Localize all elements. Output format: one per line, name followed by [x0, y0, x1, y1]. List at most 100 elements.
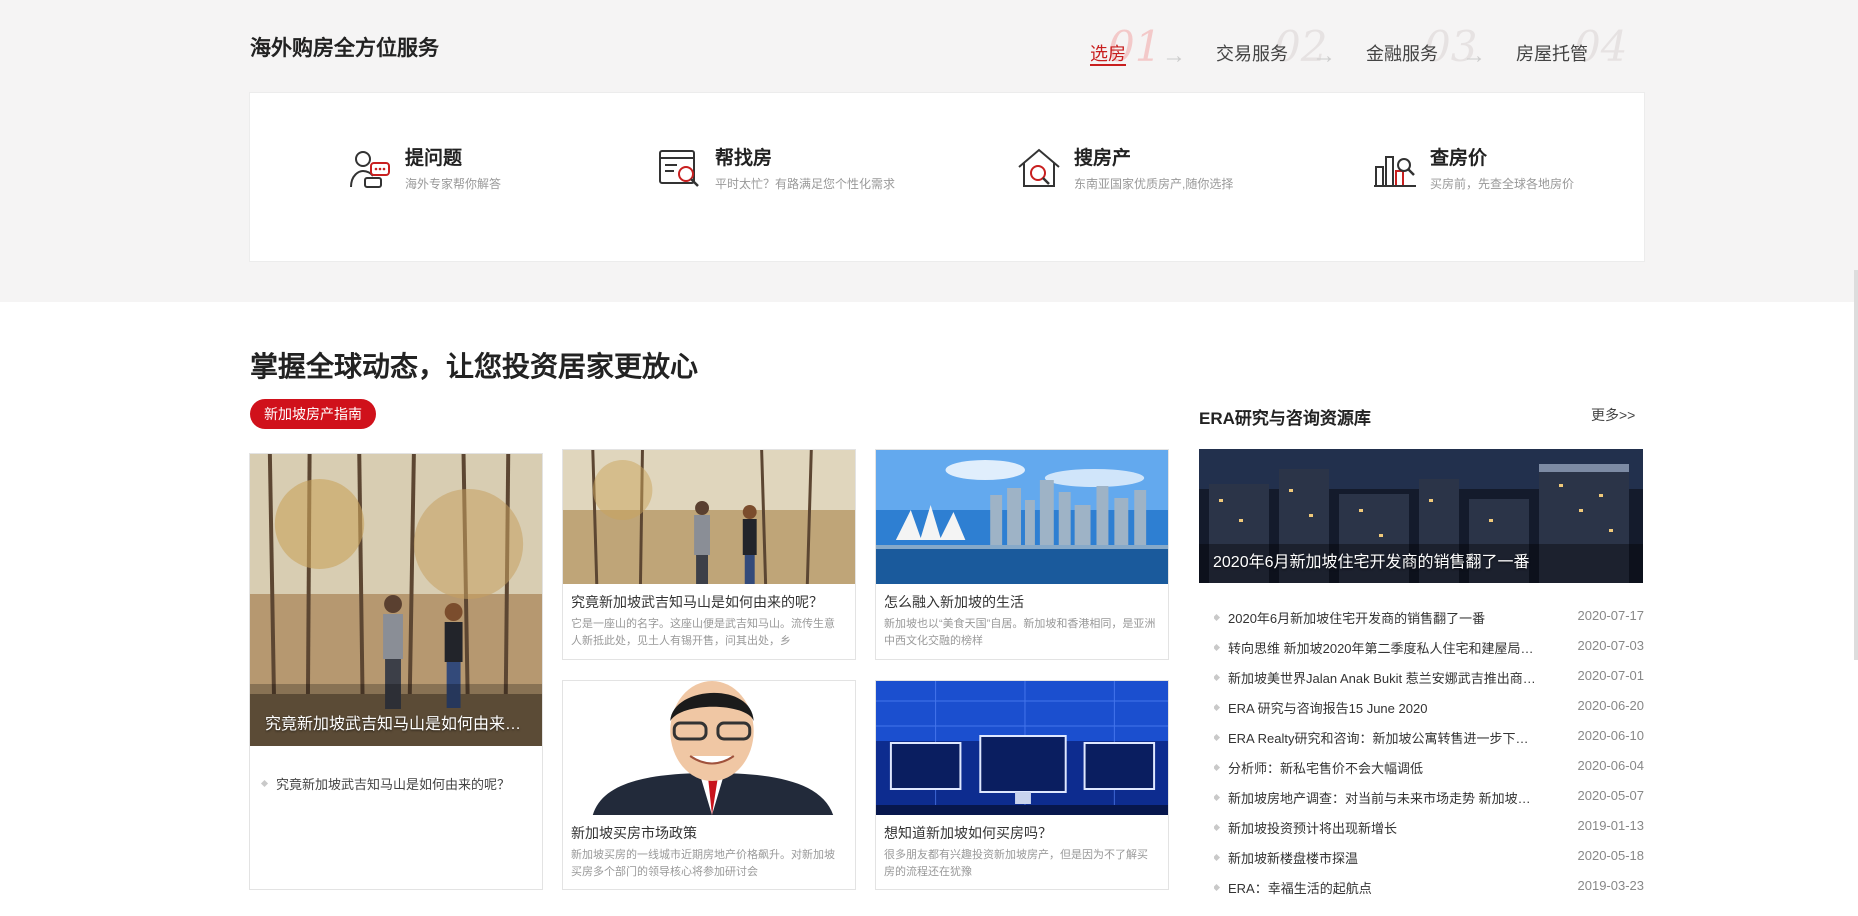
era-article-list: 2020年6月新加坡住宅开发商的销售翻了一番 2020-07-17 转向思维 新… [1214, 608, 1644, 908]
era-hero-banner[interactable]: 2020年6月新加坡住宅开发商的销售翻了一番 [1199, 449, 1643, 583]
bullet-diamond-icon [1214, 644, 1221, 652]
list-item[interactable]: ERA Realty研究和咨询：新加坡公寓转售进一步下挫，价格持稳 2020-0… [1214, 728, 1644, 758]
feature-image[interactable]: 究竟新加坡武吉知马山是如何由来的呢？ [250, 454, 542, 746]
step-label: 房屋托管 [1516, 44, 1588, 64]
services-panel: 提问题 海外专家帮你解答 帮找房 平时太忙？有路满足您个性化需求 搜房产 东南亚… [249, 92, 1645, 262]
news-title[interactable]: 怎么融入新加坡的生活 [884, 592, 1160, 612]
list-item[interactable]: 转向思维 新加坡2020年第二季度私人住宅和建屋局转售市场 2020-07-03 [1214, 638, 1644, 668]
article-title-text: 新加坡房地产调查：对当前与未来市场走势 新加坡房地产市场 [1228, 791, 1536, 806]
bullet-diamond-icon [1214, 854, 1221, 862]
service-desc: 买房前，先查全球各地房价 [1430, 177, 1575, 191]
article-title-text: 2020年6月新加坡住宅开发商的销售翻了一番 [1228, 611, 1486, 626]
service-desc: 平时太忙？有路满足您个性化需求 [715, 177, 896, 191]
service-name: 搜房产 [1074, 148, 1132, 169]
person-chat-icon [350, 151, 390, 188]
news-image[interactable] [563, 450, 855, 584]
article-title-text: 新加坡新楼盘楼市探温 [1228, 851, 1359, 866]
article-date: 2020-06-10 [1577, 728, 1645, 743]
article-title-text: 新加坡美世界Jalan Anak Bukit 惹兰安娜武吉推出商住混合项目 [1228, 671, 1536, 686]
article-date: 2019-01-13 [1577, 818, 1645, 833]
bullet-diamond-icon [1214, 614, 1221, 622]
article-title-text: ERA：幸福生活的起航点 [1228, 881, 1372, 896]
process-steps: 01 选房 → 02 交易服务 → 03 金融服务 → 04 房屋托管 [1090, 22, 1627, 72]
article-title-text: 新加坡投资预计将出现新增长 [1228, 821, 1398, 836]
news-card[interactable]: 新加坡买房市场政策 新加坡买房的一线城市近期房地产价格飙升。对新加坡买房多个部门… [562, 680, 856, 890]
bullet-diamond-icon [1214, 674, 1221, 682]
news-title[interactable]: 想知道新加坡如何买房吗？ [884, 823, 1160, 843]
article-title: ERA 研究与咨询报告15 June 2020 [1214, 698, 1536, 717]
list-item[interactable]: 新加坡美世界Jalan Anak Bukit 惹兰安娜武吉推出商住混合项目 20… [1214, 668, 1644, 698]
house-search-icon [1018, 148, 1060, 187]
list-item[interactable]: ERA：幸福生活的起航点 2019-03-23 [1214, 878, 1644, 908]
article-date: 2019-03-23 [1577, 878, 1645, 893]
forest-couple-image [563, 450, 855, 584]
article-date: 2020-07-17 [1577, 608, 1645, 623]
step-label: 金融服务 [1366, 44, 1438, 64]
list-item[interactable]: 新加坡投资预计将出现新增长 2019-01-13 [1214, 818, 1644, 848]
list-item[interactable]: 新加坡新楼盘楼市探温 2020-05-18 [1214, 848, 1644, 878]
article-date: 2020-06-04 [1577, 758, 1645, 773]
news-card[interactable]: 怎么融入新加坡的生活 新加坡也以“美食天国”自居。新加坡和香港相同，是亚洲中西文… [875, 449, 1169, 660]
active-underline [1090, 64, 1126, 66]
news-desc: 它是一座山的名字。这座山便是武吉知马山。流传生意人新抵此处，见土人有锡开售，问其… [571, 618, 835, 647]
news-title[interactable]: 新加坡买房市场政策 [571, 823, 847, 843]
service-name: 提问题 [405, 148, 463, 169]
service-desc: 海外专家帮你解答 [405, 177, 502, 191]
article-title-text: 转向思维 新加坡2020年第二季度私人住宅和建屋局转售市场 [1228, 641, 1536, 656]
news-image[interactable] [876, 681, 1168, 815]
bullet-diamond-icon [260, 780, 269, 788]
service-ask-question[interactable]: 提问题 海外专家帮你解答 [347, 143, 587, 203]
feature-overlay-title: 究竟新加坡武吉知马山是如何由来的呢？ [265, 716, 532, 733]
scrollbar[interactable] [1854, 270, 1858, 660]
article-date: 2020-07-03 [1577, 638, 1645, 653]
article-title: 分析师：新私宅售价不会大幅调低 [1214, 758, 1536, 777]
article-title: 新加坡房地产调查：对当前与未来市场走势 新加坡房地产市场 [1214, 788, 1536, 807]
services-title: 海外购房全方位服务 [250, 37, 439, 60]
news-title[interactable]: 究竟新加坡武吉知马山是如何由来的呢？ [571, 592, 847, 612]
article-date: 2020-06-20 [1577, 698, 1645, 713]
service-desc: 东南亚国家优质房产,随你选择 [1074, 177, 1234, 191]
article-title: 2020年6月新加坡住宅开发商的销售翻了一番 [1214, 608, 1536, 627]
news-desc: 很多朋友都有兴趣投资新加坡房产，但是因为不了解买房的流程还在犹豫 [884, 849, 1148, 878]
step-label: 交易服务 [1216, 44, 1288, 64]
section-heading: 掌握全球动态，让您投资居家更放心 [250, 351, 699, 382]
article-date: 2020-07-01 [1577, 668, 1645, 683]
news-desc: 新加坡买房的一线城市近期房地产价格飙升。对新加坡买房多个部门的领导核心将参加研讨… [571, 849, 835, 878]
bullet-diamond-icon [1214, 734, 1221, 742]
bullet-diamond-icon [1214, 794, 1221, 802]
monitors-city-image [876, 681, 1168, 815]
arrow-right-icon: → [1462, 42, 1486, 69]
feature-card[interactable]: 究竟新加坡武吉知马山是如何由来的呢？ 究竟新加坡武吉知马山是如何由来的呢？ [249, 453, 543, 890]
feature-link-text: 究竟新加坡武吉知马山是如何由来的呢？ [276, 777, 511, 792]
category-tag-button[interactable]: 新加坡房产指南 [250, 399, 376, 429]
article-title: 转向思维 新加坡2020年第二季度私人住宅和建屋局转售市场 [1214, 638, 1536, 657]
browser-search-icon [659, 150, 699, 187]
article-date: 2020-05-07 [1577, 788, 1645, 803]
article-title: ERA Realty研究和咨询：新加坡公寓转售进一步下挫，价格持稳 [1214, 728, 1536, 747]
service-name: 查房价 [1430, 148, 1488, 169]
service-search-property[interactable]: 搜房产 东南亚国家优质房产,随你选择 [1016, 143, 1276, 203]
agent-portrait-image [563, 681, 855, 815]
service-check-price[interactable]: 查房价 买房前，先查全球各地房价 [1372, 143, 1612, 203]
news-card[interactable]: 想知道新加坡如何买房吗？ 很多朋友都有兴趣投资新加坡房产，但是因为不了解买房的流… [875, 680, 1169, 890]
step-label: 选房 [1090, 44, 1126, 64]
news-card[interactable]: 究竟新加坡武吉知马山是如何由来的呢？ 它是一座山的名字。这座山便是武吉知马山。流… [562, 449, 856, 660]
article-title: 新加坡投资预计将出现新增长 [1214, 818, 1536, 837]
bullet-diamond-icon [1214, 824, 1221, 832]
article-title: 新加坡美世界Jalan Anak Bukit 惹兰安娜武吉推出商住混合项目 [1214, 668, 1536, 687]
list-item[interactable]: ERA 研究与咨询报告15 June 2020 2020-06-20 [1214, 698, 1644, 728]
list-item[interactable]: 新加坡房地产调查：对当前与未来市场走势 新加坡房地产市场 2020-05-07 [1214, 788, 1644, 818]
news-image[interactable] [876, 450, 1168, 584]
list-item[interactable]: 分析师：新私宅售价不会大幅调低 2020-06-04 [1214, 758, 1644, 788]
list-item[interactable]: 2020年6月新加坡住宅开发商的销售翻了一番 2020-07-17 [1214, 608, 1644, 638]
forest-couple-image [250, 454, 542, 746]
news-image[interactable] [563, 681, 855, 815]
news-desc: 新加坡也以“美食天国”自居。新加坡和香港相同，是亚洲中西文化交融的榜样 [884, 618, 1156, 647]
feature-link[interactable]: 究竟新加坡武吉知马山是如何由来的呢？ [260, 774, 511, 793]
article-title: 新加坡新楼盘楼市探温 [1214, 848, 1536, 867]
service-find-house[interactable]: 帮找房 平时太忙？有路满足您个性化需求 [657, 143, 917, 203]
era-hero-caption: 2020年6月新加坡住宅开发商的销售翻了一番 [1213, 554, 1530, 571]
bullet-diamond-icon [1214, 764, 1221, 772]
more-link[interactable]: 更多>> [1591, 405, 1635, 425]
article-title-text: 分析师：新私宅售价不会大幅调低 [1228, 761, 1424, 776]
